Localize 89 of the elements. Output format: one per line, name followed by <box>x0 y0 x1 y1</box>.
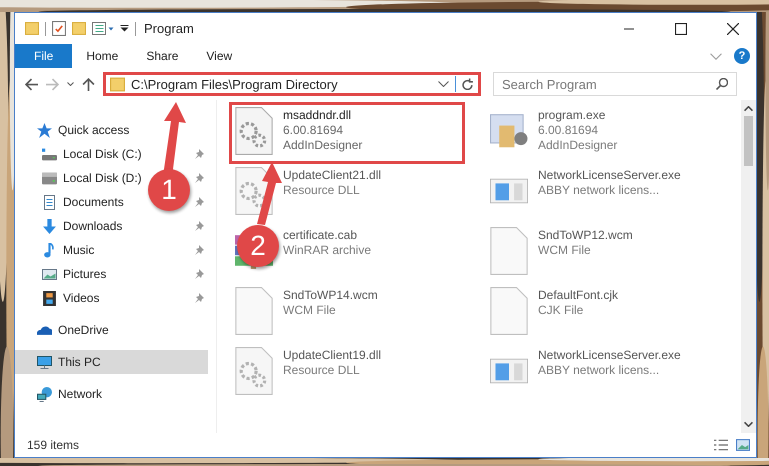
pin-icon[interactable] <box>194 149 204 159</box>
sidebar-item[interactable]: Music <box>63 243 94 257</box>
file-detail: 6.00.81694 <box>538 123 600 138</box>
arrow-drawing <box>257 162 282 225</box>
drive-icon <box>42 170 57 186</box>
pin-icon[interactable] <box>194 197 204 207</box>
file-detail: WCM File <box>283 303 337 318</box>
pin-icon[interactable] <box>194 269 204 279</box>
folder-icon <box>110 76 125 92</box>
file-detail: Resource DLL <box>283 363 361 378</box>
sidebar-item[interactable]: Pictures <box>63 267 106 281</box>
minimize-icon <box>623 28 635 30</box>
file-detail: Resource DLL <box>283 183 361 198</box>
sidebar-item[interactable]: Documents <box>63 195 124 209</box>
folder-icon[interactable] <box>25 21 39 36</box>
refresh-icon[interactable] <box>462 78 474 90</box>
file-detail: AddInDesigner <box>538 138 618 153</box>
file-detail: ABBY network licens... <box>538 363 660 378</box>
ribbon-tab[interactable]: File <box>15 44 72 68</box>
maximize-icon <box>675 22 687 34</box>
file-name[interactable]: DefaultFont.cjk <box>538 288 618 303</box>
file-item[interactable]: msaddndr.dll 6.00.81694 AddInDesigner <box>231 104 463 162</box>
sidebar-item[interactable]: Local Disk (C:) <box>63 147 142 161</box>
properties-icon[interactable] <box>92 21 114 36</box>
help-button[interactable]: ? <box>734 48 750 64</box>
pin-icon[interactable] <box>194 173 204 183</box>
file-name[interactable]: NetworkLicenseServer.exe <box>538 168 681 183</box>
file-name[interactable]: msaddndr.dll <box>283 108 362 123</box>
forward-arrow-icon[interactable] <box>46 78 59 90</box>
sidebar-item[interactable]: Local Disk (D:) <box>63 171 142 185</box>
scroll-thumb[interactable] <box>744 116 753 166</box>
back-arrow-icon[interactable] <box>25 78 38 90</box>
search-field[interactable]: Search Program <box>493 72 737 96</box>
sidebar-item[interactable]: OneDrive <box>58 323 109 337</box>
folder-icon[interactable] <box>72 21 86 36</box>
file-detail: CJK File <box>538 303 584 318</box>
up-arrow-icon[interactable] <box>82 78 95 90</box>
document-icon <box>42 194 57 210</box>
sidebar-item[interactable]: Network <box>58 387 102 401</box>
file-name[interactable]: program.exe <box>538 108 618 123</box>
address-field[interactable]: C:\Program Files\Program Directory <box>103 72 481 96</box>
pin-icon[interactable] <box>194 293 204 303</box>
details-view-icon[interactable] <box>714 439 728 451</box>
dropdown-chevron-icon[interactable] <box>438 81 449 87</box>
file-name[interactable]: NetworkLicenseServer.exe <box>538 348 681 363</box>
window-title: Program <box>144 21 195 36</box>
sidebar-item[interactable]: Videos <box>63 291 100 305</box>
expand-ribbon-icon[interactable] <box>710 52 722 60</box>
sidebar-item[interactable]: Quick access <box>58 123 130 137</box>
download-icon <box>42 218 57 234</box>
scroll-down-icon[interactable] <box>744 421 753 427</box>
monitor-icon <box>37 354 52 370</box>
drive-icon <box>42 146 57 162</box>
sidebar-item[interactable]: Downloads <box>63 219 122 233</box>
divider-line <box>455 76 456 92</box>
ribbon-tab[interactable]: Home <box>72 44 132 68</box>
search-icon[interactable] <box>716 78 728 90</box>
scroll-up-icon[interactable] <box>744 106 753 112</box>
checklist-icon[interactable] <box>52 21 66 36</box>
pictures-icon <box>42 266 57 282</box>
file-name[interactable]: UpdateClient21.dll <box>283 168 382 183</box>
gear-file-icon <box>235 107 273 155</box>
item-count: 159 items <box>27 438 80 452</box>
gear-file-icon <box>235 347 273 395</box>
file-detail: AddInDesigner <box>283 138 362 153</box>
blank-file-icon <box>490 287 528 335</box>
ribbon-tab[interactable]: View <box>192 44 246 68</box>
file-name[interactable]: certificate.cab <box>283 228 372 243</box>
file-detail: ABBY network licens... <box>538 183 660 198</box>
large-icons-view-icon[interactable] <box>736 439 750 451</box>
blank-file-icon <box>490 227 528 275</box>
file-detail: 6.00.81694 <box>283 123 344 138</box>
pin-icon[interactable] <box>194 221 204 231</box>
film-icon <box>42 290 57 306</box>
file-detail: WCM File <box>538 243 592 258</box>
file-name[interactable]: SndToWP12.wcm <box>538 228 633 243</box>
star-icon <box>37 122 52 138</box>
recent-locations-icon[interactable] <box>67 82 74 86</box>
file-name[interactable]: UpdateClient19.dll <box>283 348 382 363</box>
customize-dropdown-icon[interactable] <box>120 25 129 32</box>
file-detail: WinRAR archive <box>283 243 372 258</box>
scrollbar[interactable] <box>741 100 756 433</box>
close-icon <box>727 22 739 34</box>
sidebar-item[interactable]: This PC <box>15 350 208 374</box>
ribbon-tab[interactable]: Share <box>132 44 192 68</box>
network-icon <box>37 386 52 402</box>
pin-icon[interactable] <box>194 245 204 255</box>
file-name[interactable]: SndToWP14.wcm <box>283 288 378 303</box>
blank-file-icon <box>235 287 273 335</box>
